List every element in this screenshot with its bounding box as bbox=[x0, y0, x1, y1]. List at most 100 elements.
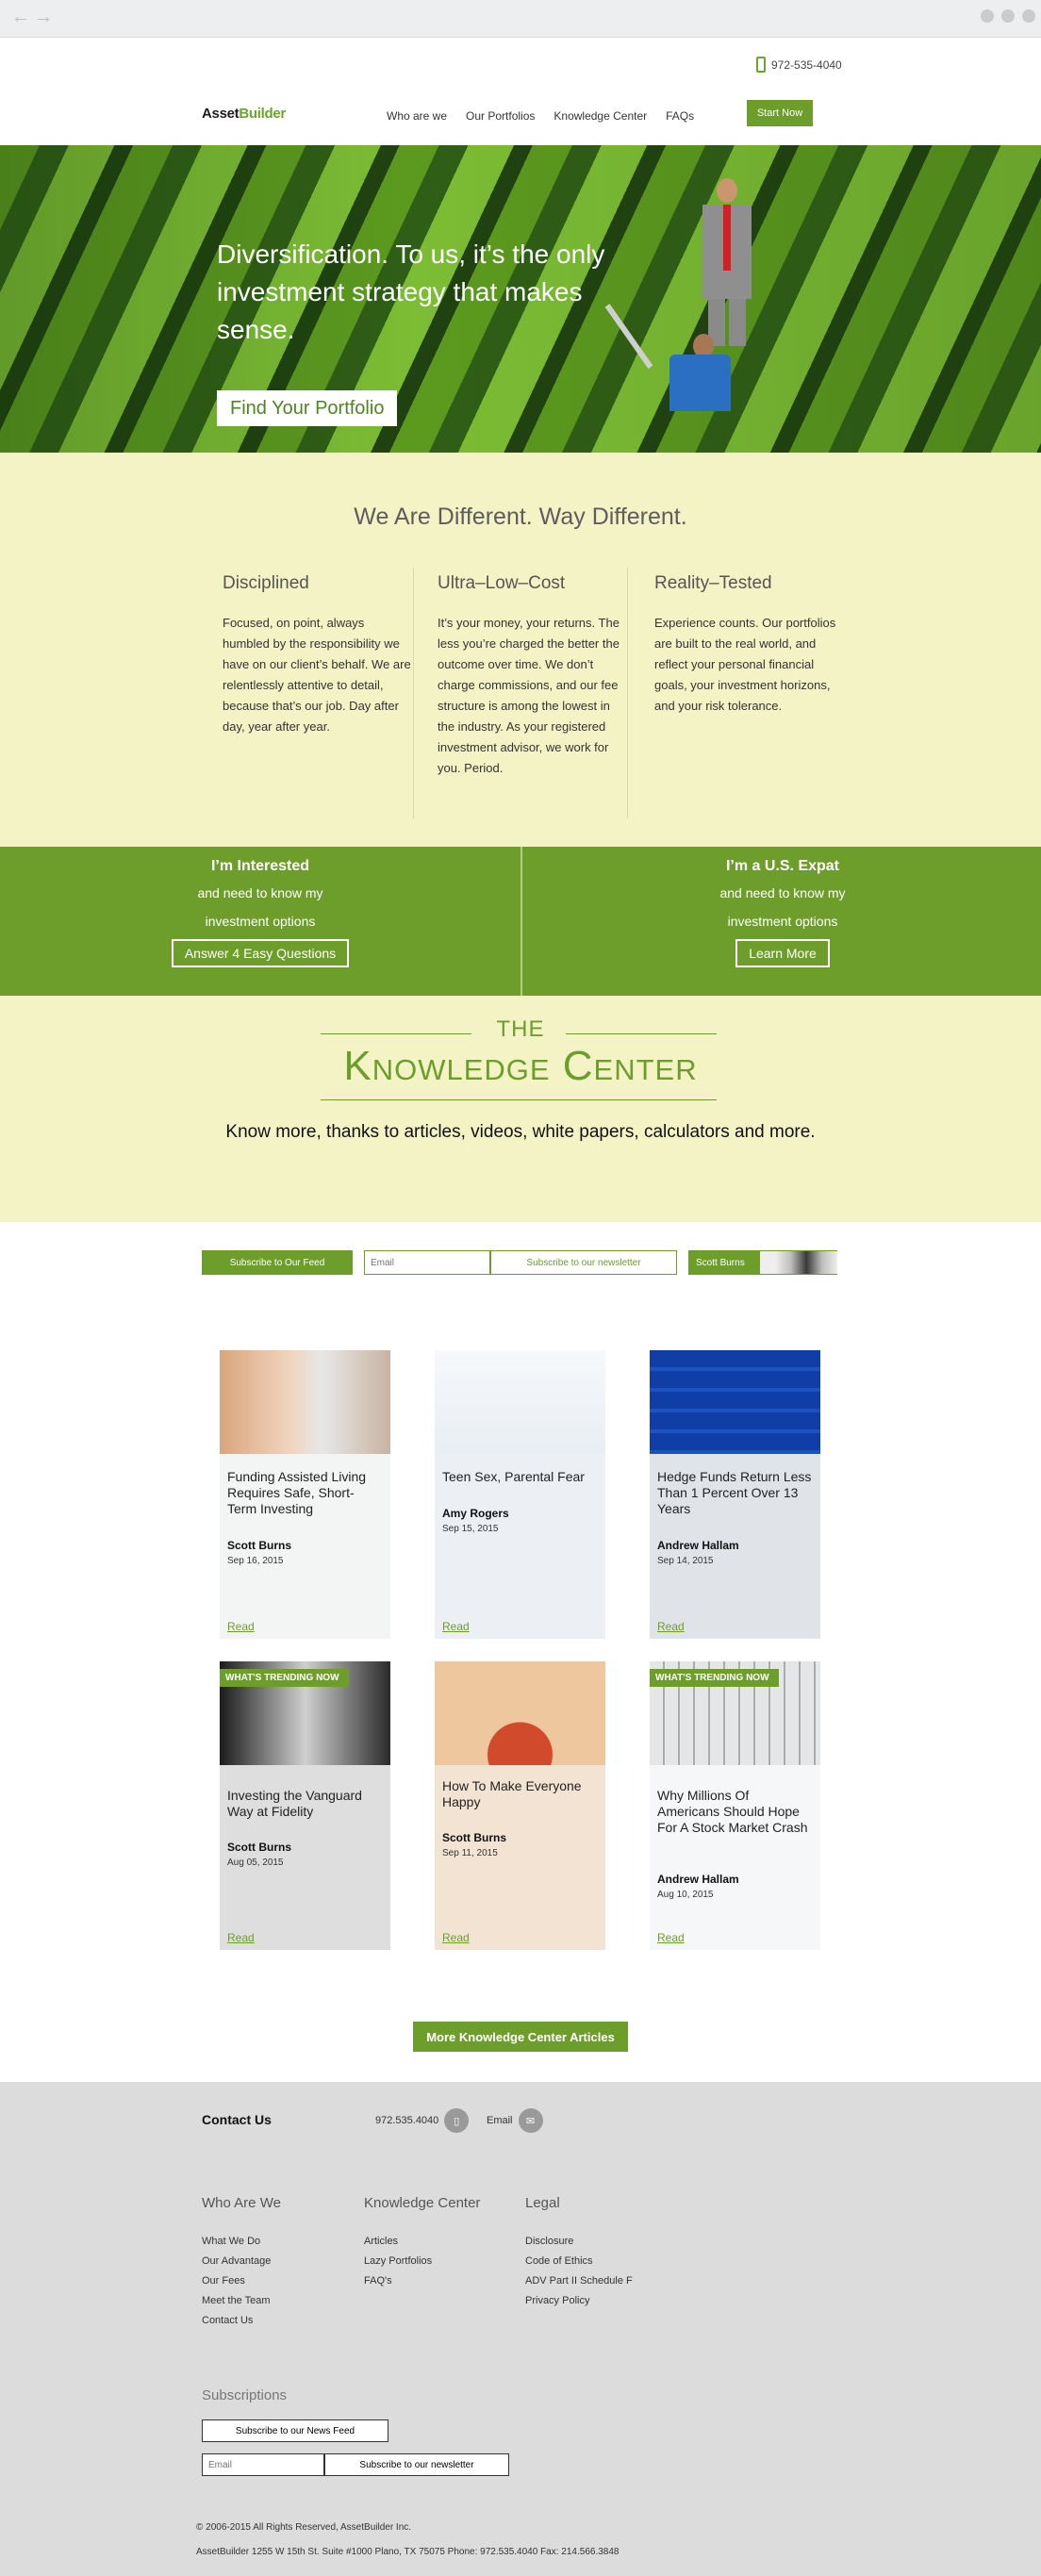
footer-link[interactable]: ADV Part II Schedule F bbox=[525, 2271, 633, 2291]
footer-column-knowledge-center: Knowledge Center Articles Lazy Portfolio… bbox=[364, 2195, 480, 2291]
article-title[interactable]: Teen Sex, Parental Fear bbox=[442, 1469, 598, 1485]
read-link[interactable]: Read bbox=[227, 1620, 255, 1633]
read-link[interactable]: Read bbox=[442, 1931, 470, 1944]
column-body: Experience counts. Our portfolios are bu… bbox=[654, 616, 836, 713]
knowledge-tagline: Know more, thanks to articles, videos, w… bbox=[225, 1122, 816, 1142]
interested-text: and need to know my investment options bbox=[197, 885, 323, 929]
column-ultra-low-cost: Ultra–Low–Cost It’s your money, your ret… bbox=[438, 573, 626, 779]
article-date: Sep 16, 2015 bbox=[227, 1556, 284, 1566]
footer-link[interactable]: What We Do bbox=[202, 2232, 281, 2252]
footer-email-input[interactable] bbox=[202, 2453, 324, 2476]
different-section: We Are Different. Way Different. Discipl… bbox=[0, 453, 1041, 847]
article-grid: Funding Assisted Living Requires Safe, S… bbox=[0, 1350, 1041, 2082]
footer-email[interactable]: Email ✉ bbox=[487, 2108, 543, 2133]
column-heading: Disciplined bbox=[223, 573, 309, 593]
expat-text: and need to know my investment options bbox=[719, 885, 846, 929]
footer-column-heading: Knowledge Center bbox=[364, 2195, 481, 2211]
footer-link[interactable]: Code of Ethics bbox=[525, 2252, 633, 2271]
column-body: It’s your money, your returns. The less … bbox=[438, 616, 620, 775]
subscribe-feed-button[interactable]: Subscribe to Our Feed bbox=[202, 1250, 353, 1275]
read-link[interactable]: Read bbox=[657, 1931, 685, 1944]
mail-icon: ✉ bbox=[518, 2108, 543, 2133]
window-dot-icon[interactable] bbox=[1001, 9, 1015, 23]
author-avatar bbox=[760, 1251, 837, 1274]
footer-link[interactable]: FAQ's bbox=[364, 2271, 480, 2291]
footer-link[interactable]: Meet the Team bbox=[202, 2291, 281, 2311]
column-heading: Ultra–Low–Cost bbox=[438, 573, 566, 593]
footer-link[interactable]: Our Fees bbox=[202, 2271, 281, 2291]
footer-link[interactable]: Contact Us bbox=[202, 2311, 281, 2331]
article-image bbox=[220, 1350, 390, 1454]
learn-more-button[interactable]: Learn More bbox=[735, 939, 830, 967]
nav-who-are-we[interactable]: Who are we bbox=[387, 109, 447, 123]
footer-column-heading: Who Are We bbox=[202, 2195, 281, 2211]
article-date: Sep 11, 2015 bbox=[442, 1848, 498, 1858]
start-now-button[interactable]: Start Now bbox=[747, 100, 813, 126]
footer-link[interactable]: Privacy Policy bbox=[525, 2291, 633, 2311]
article-card[interactable]: Funding Assisted Living Requires Safe, S… bbox=[220, 1350, 390, 1639]
read-link[interactable]: Read bbox=[227, 1931, 255, 1944]
options-band: I’m Interested and need to know my inves… bbox=[0, 847, 1041, 996]
article-title[interactable]: Hedge Funds Return Less Than 1 Percent O… bbox=[657, 1469, 813, 1517]
site-logo[interactable]: AssetBuilder bbox=[202, 106, 286, 122]
more-articles-button[interactable]: More Knowledge Center Articles bbox=[413, 2022, 628, 2052]
article-date: Aug 10, 2015 bbox=[657, 1890, 714, 1900]
article-date: Sep 14, 2015 bbox=[657, 1556, 714, 1566]
header-phone[interactable]: 972-535-4040 bbox=[756, 57, 842, 73]
hedge-trimmer-figure bbox=[604, 279, 735, 453]
footer-link[interactable]: Disclosure bbox=[525, 2232, 633, 2252]
article-author: Andrew Hallam bbox=[657, 1539, 739, 1552]
answer-questions-button[interactable]: Answer 4 Easy Questions bbox=[171, 939, 350, 967]
expat-panel: I’m a U.S. Expat and need to know my inv… bbox=[522, 847, 1041, 996]
knowledge-the: THE bbox=[496, 1016, 545, 1042]
window-dot-icon[interactable] bbox=[981, 9, 994, 23]
article-card[interactable]: Hedge Funds Return Less Than 1 Percent O… bbox=[650, 1350, 820, 1639]
nav-faqs[interactable]: FAQs bbox=[666, 109, 694, 123]
footer-link[interactable]: Articles bbox=[364, 2232, 480, 2252]
find-portfolio-button[interactable]: Find Your Portfolio bbox=[217, 390, 398, 426]
column-divider bbox=[627, 568, 628, 818]
article-card[interactable]: WHAT'S TRENDING NOW Why Millions Of Amer… bbox=[650, 1661, 820, 1950]
footer-link[interactable]: Lazy Portfolios bbox=[364, 2252, 480, 2271]
article-image bbox=[650, 1350, 820, 1454]
nav-our-portfolios[interactable]: Our Portfolios bbox=[466, 109, 535, 123]
hero-headline: Diversification. To us, it’s the only in… bbox=[217, 239, 605, 344]
article-title[interactable]: Funding Assisted Living Requires Safe, S… bbox=[227, 1469, 383, 1517]
interested-panel: I’m Interested and need to know my inves… bbox=[0, 847, 520, 996]
logo-text-asset: Asset bbox=[202, 106, 240, 122]
different-title: We Are Different. Way Different. bbox=[354, 504, 687, 530]
article-title[interactable]: How To Make Everyone Happy bbox=[442, 1778, 598, 1810]
footer-phone[interactable]: 972.535.4040 ▯ bbox=[375, 2108, 470, 2133]
article-card[interactable]: WHAT'S TRENDING NOW Investing the Vangua… bbox=[220, 1661, 390, 1950]
subscriptions-heading: Subscriptions bbox=[202, 2387, 288, 2403]
back-arrow-icon[interactable]: ← bbox=[11, 8, 30, 26]
newsletter-email-input[interactable] bbox=[364, 1250, 490, 1275]
footer-newsletter-button[interactable]: Subscribe to our newsletter bbox=[324, 2453, 509, 2476]
article-author: Scott Burns bbox=[227, 1841, 292, 1854]
column-disciplined: Disciplined Focused, on point, always hu… bbox=[223, 573, 411, 737]
author-name: Scott Burns bbox=[696, 1257, 745, 1268]
read-link[interactable]: Read bbox=[657, 1620, 685, 1633]
businessman-figure bbox=[702, 178, 752, 348]
site-header: 972-535-4040 AssetBuilder Who are we Our… bbox=[0, 38, 1041, 145]
copyright: © 2006-2015 All Rights Reserved, AssetBu… bbox=[196, 2522, 412, 2533]
footer-column-heading: Legal bbox=[525, 2195, 560, 2211]
article-card[interactable]: Teen Sex, Parental Fear Amy Rogers Sep 1… bbox=[435, 1350, 605, 1639]
author-scott-burns-button[interactable]: Scott Burns bbox=[688, 1250, 837, 1275]
browser-chrome: ← → bbox=[0, 0, 1041, 38]
nav-knowledge-center[interactable]: Knowledge Center bbox=[554, 109, 647, 123]
expat-heading: I’m a U.S. Expat bbox=[725, 858, 840, 874]
subscribe-newsletter-button[interactable]: Subscribe to our newsletter bbox=[490, 1250, 677, 1275]
subscribe-news-feed-button[interactable]: Subscribe to our News Feed bbox=[202, 2419, 388, 2442]
article-card[interactable]: How To Make Everyone Happy Scott Burns S… bbox=[435, 1661, 605, 1950]
site-footer: Contact Us 972.535.4040 ▯ Email ✉ Who Ar… bbox=[0, 2082, 1041, 2576]
window-dot-icon[interactable] bbox=[1022, 9, 1035, 23]
footer-link[interactable]: Our Advantage bbox=[202, 2252, 281, 2271]
article-title[interactable]: Why Millions Of Americans Should Hope Fo… bbox=[657, 1788, 813, 1836]
forward-arrow-icon[interactable]: → bbox=[34, 8, 53, 26]
article-title[interactable]: Investing the Vanguard Way at Fidelity bbox=[227, 1788, 383, 1820]
article-author: Andrew Hallam bbox=[657, 1873, 739, 1886]
phone-icon: ▯ bbox=[444, 2108, 470, 2133]
article-author: Amy Rogers bbox=[442, 1507, 509, 1520]
read-link[interactable]: Read bbox=[442, 1620, 470, 1633]
